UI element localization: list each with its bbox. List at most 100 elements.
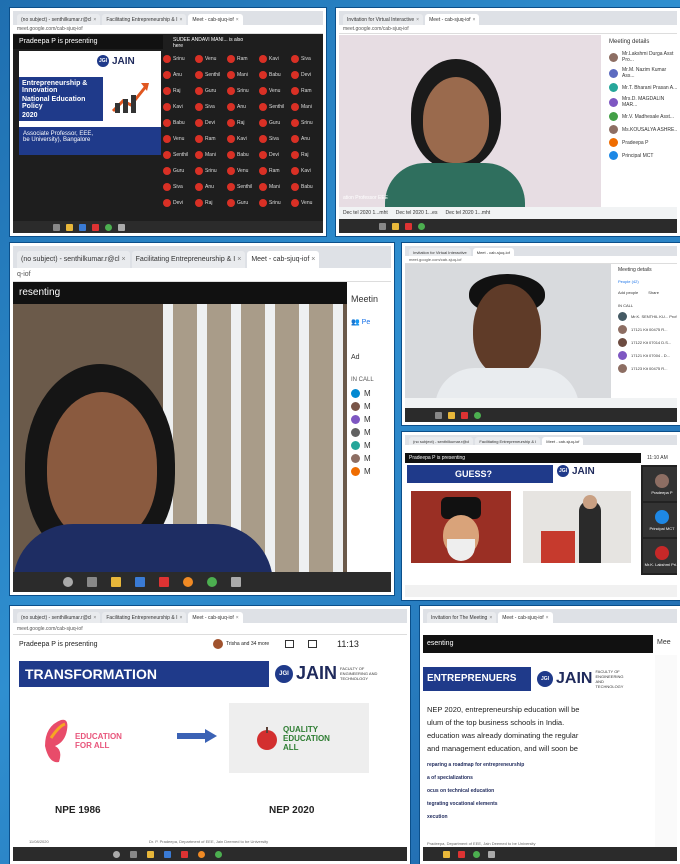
participant-tile[interactable]: Venu bbox=[259, 83, 289, 98]
browser-tab[interactable]: Meet - cab-sjuq-iof bbox=[472, 248, 514, 256]
participant-tile[interactable]: Guru bbox=[259, 115, 289, 130]
folder-icon[interactable] bbox=[147, 850, 154, 858]
chrome-icon[interactable] bbox=[207, 577, 217, 587]
add-people-button[interactable]: Ad bbox=[351, 354, 391, 361]
folder-icon[interactable] bbox=[392, 222, 399, 230]
participant-row[interactable]: Pradeepa P bbox=[609, 138, 677, 147]
browser-tab[interactable]: Meet - cab-sjuq-iof × bbox=[247, 251, 320, 268]
participant-row[interactable]: M bbox=[351, 428, 391, 437]
participant-row[interactable]: M bbox=[351, 454, 391, 463]
pdf-icon[interactable] bbox=[92, 223, 99, 231]
store-icon[interactable] bbox=[164, 850, 171, 858]
browser-tab[interactable]: Meet - cab-sjuq-iof × bbox=[425, 14, 480, 25]
task-view-icon[interactable] bbox=[130, 850, 137, 858]
participant-row[interactable]: Mr.T. Bharani Prasan A... bbox=[609, 83, 677, 92]
participant-row[interactable]: Principal MCT bbox=[609, 151, 677, 160]
browser-tab[interactable]: Facilitating Entrepreneurship & I bbox=[475, 437, 541, 445]
participant-tile[interactable]: Raj bbox=[227, 115, 257, 130]
pdf-icon[interactable] bbox=[461, 411, 468, 419]
participant-tile[interactable]: Kavi bbox=[163, 99, 193, 114]
participant-row[interactable]: M bbox=[351, 467, 391, 476]
participant-tile[interactable]: Senthil bbox=[163, 147, 193, 162]
participant-tile[interactable]: Venu bbox=[291, 195, 321, 210]
participant-row[interactable]: 17121 Kit 00475 R... bbox=[618, 325, 677, 334]
close-icon[interactable]: × bbox=[93, 615, 96, 621]
people-tab[interactable]: People (42) bbox=[618, 279, 677, 284]
participant-tile[interactable]: Siva bbox=[259, 131, 289, 146]
participant-tile[interactable]: Anu bbox=[291, 131, 321, 146]
participant-row[interactable]: M bbox=[351, 402, 391, 411]
participant-tile[interactable]: Devi bbox=[195, 115, 225, 130]
browser-tab[interactable]: Meet - cab-sjuq-iof × bbox=[498, 612, 553, 623]
search-icon[interactable] bbox=[63, 577, 73, 587]
close-icon[interactable]: × bbox=[311, 256, 315, 263]
search-icon[interactable] bbox=[113, 850, 120, 858]
participant-tile[interactable]: Raj bbox=[291, 147, 321, 162]
close-icon[interactable]: × bbox=[236, 17, 239, 23]
search-icon[interactable] bbox=[53, 223, 60, 231]
pdf-icon[interactable] bbox=[458, 850, 465, 858]
browser-tab[interactable]: (no subject) - senthilkumar.r@cl bbox=[409, 437, 474, 445]
participant-row[interactable]: Mr.K. SENTHIL KU... Prof bbox=[618, 312, 677, 321]
participant-tile[interactable]: Mani bbox=[227, 67, 257, 82]
participant-tile[interactable]: Babu bbox=[291, 179, 321, 194]
browser-tab[interactable]: Facilitating Entrepreneurship & I × bbox=[102, 612, 187, 623]
participant-tile[interactable]: Mani bbox=[291, 99, 321, 114]
people-tab[interactable]: 👥 Pe bbox=[351, 318, 391, 326]
close-icon[interactable]: × bbox=[122, 256, 126, 263]
browser-tab[interactable]: (no subject) - senthilkumar.r@cl × bbox=[17, 251, 130, 268]
participant-tile[interactable]: Siva bbox=[195, 99, 225, 114]
participant-tile[interactable]: Guru bbox=[227, 195, 257, 210]
chrome-icon[interactable] bbox=[473, 850, 480, 858]
close-icon[interactable]: × bbox=[179, 615, 182, 621]
search-icon[interactable] bbox=[379, 222, 386, 230]
participant-tile[interactable]: Ram bbox=[195, 131, 225, 146]
browser-tab[interactable]: Invitation for The Meeting × bbox=[427, 612, 497, 623]
participant-tile[interactable]: Srinu bbox=[195, 163, 225, 178]
participant-row[interactable]: Mr.M. Nazim Kumar Ass... bbox=[609, 67, 677, 79]
browser-tab[interactable]: (no subject) - senthilkumar.r@cl × bbox=[17, 612, 101, 623]
participant-row[interactable]: 17122 Kit 07014 D.S... bbox=[618, 338, 677, 347]
address-bar[interactable]: q-iof bbox=[13, 268, 391, 282]
participant-tile[interactable]: Siva bbox=[163, 179, 193, 194]
download-item[interactable]: Dec tel 2020 1...mht bbox=[343, 210, 388, 216]
participant-row[interactable]: 17121 Kit 07004 - D... bbox=[618, 351, 677, 360]
participant-tile[interactable]: Anu bbox=[195, 179, 225, 194]
close-icon[interactable]: × bbox=[93, 17, 96, 23]
add-people-button[interactable]: Add people bbox=[618, 290, 638, 295]
participant-tile[interactable]: Raj bbox=[195, 195, 225, 210]
participant-tile[interactable]: Devi bbox=[291, 67, 321, 82]
participant-tile[interactable]: Guru bbox=[163, 163, 193, 178]
participant-tile[interactable]: Anu bbox=[227, 99, 257, 114]
participant-row[interactable]: 17123 Kit 00475 R... bbox=[618, 364, 677, 373]
participant-row[interactable]: Mrs.D. MAGDALIN MAR... bbox=[609, 96, 677, 108]
pdf-icon[interactable] bbox=[405, 222, 412, 230]
chrome-icon[interactable] bbox=[215, 850, 222, 858]
browser-tab[interactable]: (no subject) - senthilkumar.r@cl × bbox=[17, 14, 101, 25]
close-icon[interactable]: × bbox=[179, 17, 182, 23]
chat-icon[interactable] bbox=[308, 640, 317, 648]
store-icon[interactable] bbox=[135, 577, 145, 587]
participant-tile[interactable]: Srinu bbox=[163, 51, 193, 66]
address-bar[interactable]: meet.google.com/cab-sjuq-iof bbox=[339, 25, 677, 34]
participant-row[interactable]: Mr.V. Madhesale Asst... bbox=[609, 112, 677, 121]
participant-tile[interactable]: Senthil bbox=[195, 67, 225, 82]
participant-tile[interactable]: Pradeepa P bbox=[643, 467, 677, 501]
participant-tile[interactable]: Mani bbox=[195, 147, 225, 162]
close-icon[interactable]: × bbox=[236, 615, 239, 621]
participant-tile[interactable]: Ram bbox=[291, 83, 321, 98]
participant-tile[interactable]: Babu bbox=[227, 147, 257, 162]
participant-tile[interactable]: Ram bbox=[227, 51, 257, 66]
address-bar[interactable]: meet.google.com/cab-sjuq-iof bbox=[13, 25, 323, 34]
participant-tile[interactable]: Guru bbox=[195, 83, 225, 98]
participant-tile[interactable]: Venu bbox=[195, 51, 225, 66]
participant-tile[interactable]: Siva bbox=[291, 51, 321, 66]
participant-tile[interactable]: Kavi bbox=[291, 163, 321, 178]
participant-row[interactable]: Mr.Lakshmi Durga Asst Pro... bbox=[609, 51, 677, 63]
close-icon[interactable]: × bbox=[546, 615, 549, 621]
chrome-icon[interactable] bbox=[474, 411, 481, 419]
participant-tile[interactable]: Raj bbox=[163, 83, 193, 98]
app-icon[interactable] bbox=[118, 223, 125, 231]
pdf-icon[interactable] bbox=[181, 850, 188, 858]
participant-tile[interactable]: Senthil bbox=[227, 179, 257, 194]
